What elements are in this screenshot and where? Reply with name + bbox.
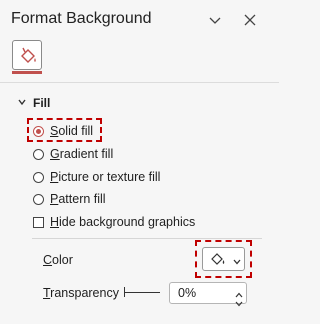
gradient-fill-radio[interactable] (33, 148, 44, 160)
pattern-fill-option[interactable]: Pattern fill (33, 191, 106, 207)
fill-tab-button[interactable] (12, 40, 42, 70)
fill-color-dropdown[interactable] (202, 247, 245, 271)
transparency-label: Transparency (43, 286, 119, 300)
transparency-spinner[interactable]: 0% (169, 282, 247, 307)
gradient-fill-label: Gradient fill (50, 147, 114, 161)
paint-bucket-icon (209, 251, 227, 272)
task-pane-options-icon[interactable] (205, 10, 225, 30)
fill-section-header[interactable]: Fill (17, 95, 50, 111)
transparency-slider-track[interactable] (124, 292, 160, 293)
close-icon[interactable] (240, 10, 260, 30)
solid-fill-radio[interactable] (33, 125, 44, 137)
pattern-fill-radio[interactable] (33, 193, 44, 205)
transparency-value[interactable]: 0% (178, 286, 196, 300)
picture-texture-fill-option[interactable]: Picture or texture fill (33, 169, 160, 185)
pattern-fill-label: Pattern fill (50, 192, 106, 206)
solid-fill-option[interactable]: Solid fill (33, 123, 93, 139)
color-label: Color (43, 253, 73, 267)
hide-background-graphics-label: Hide background graphics (50, 215, 196, 229)
picture-texture-fill-radio[interactable] (33, 171, 44, 183)
solid-fill-label: Solid fill (50, 124, 94, 138)
picture-texture-fill-label: Picture or texture fill (50, 170, 161, 184)
chevron-down-icon (232, 254, 242, 272)
active-tab-indicator (12, 71, 42, 74)
fill-section-label: Fill (33, 96, 51, 110)
hide-background-graphics-checkbox[interactable] (33, 216, 44, 228)
divider (32, 238, 262, 239)
divider (0, 82, 279, 83)
hide-background-graphics-option[interactable]: Hide background graphics (33, 214, 195, 230)
spin-down-icon[interactable] (235, 294, 243, 312)
pane-title: Format Background (11, 10, 152, 27)
gradient-fill-option[interactable]: Gradient fill (33, 146, 113, 162)
transparency-slider-thumb[interactable] (124, 287, 125, 297)
chevron-down-icon (17, 96, 27, 110)
